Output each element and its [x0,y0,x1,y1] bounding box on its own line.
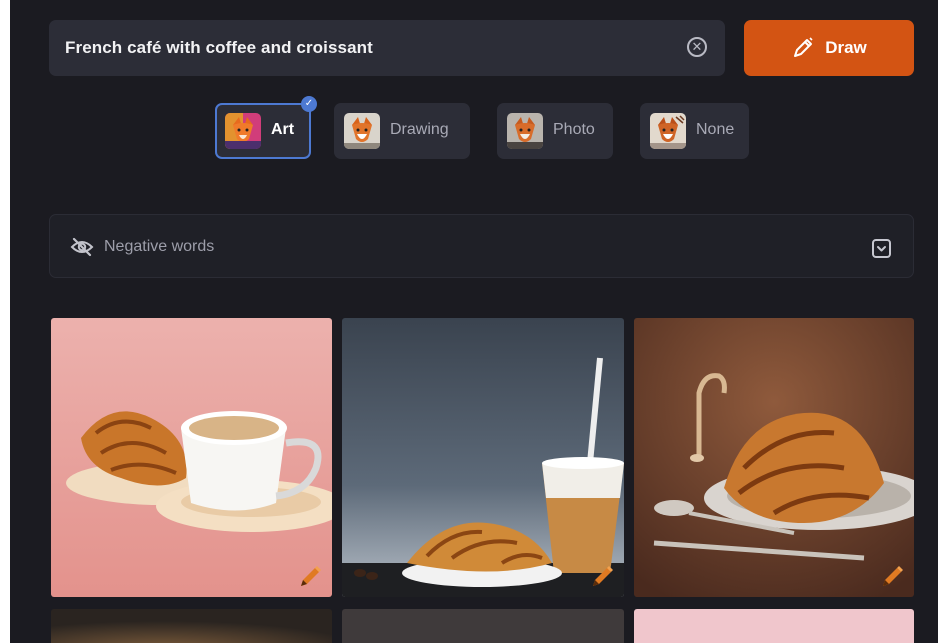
image-generator-app: French café with coffee and croissant ✕ … [10,0,938,643]
negative-words-toggle[interactable]: Negative words [49,214,914,278]
style-option-art[interactable]: Art ✓ [215,96,317,159]
fox-photo-thumbnail [507,113,543,149]
result-image[interactable] [51,609,332,643]
prompt-text[interactable]: French café with coffee and croissant [65,38,373,58]
result-image[interactable] [342,318,624,597]
close-circle-icon[interactable]: ✕ [687,37,707,57]
fox-art-thumbnail [225,113,261,149]
eye-off-icon [70,237,94,257]
draw-button-label: Draw [825,38,867,57]
fox-drawing-thumbnail [344,113,380,149]
result-image[interactable] [51,318,332,597]
edit-pencil-icon[interactable] [880,563,906,589]
result-image[interactable] [342,609,624,643]
edit-pencil-icon[interactable] [298,563,324,589]
result-image[interactable] [634,609,914,643]
check-icon: ✓ [301,96,317,112]
style-option-photo[interactable]: Photo [497,103,613,159]
result-image[interactable] [634,318,914,597]
prompt-input[interactable]: French café with coffee and croissant ✕ [49,20,725,76]
negative-words-label: Negative words [104,238,215,255]
edit-pencil-icon[interactable] [590,563,616,589]
draw-button[interactable]: Draw [744,20,914,76]
chevron-down-box-icon[interactable] [872,239,891,258]
style-option-label: Art [271,121,295,138]
style-option-label: None [696,121,735,138]
style-option-none[interactable]: None [640,103,749,159]
pencil-icon [794,37,813,57]
style-option-label: Photo [553,121,595,138]
fox-none-thumbnail [650,113,686,149]
style-option-drawing[interactable]: Drawing [334,103,470,159]
style-option-label: Drawing [390,121,449,138]
